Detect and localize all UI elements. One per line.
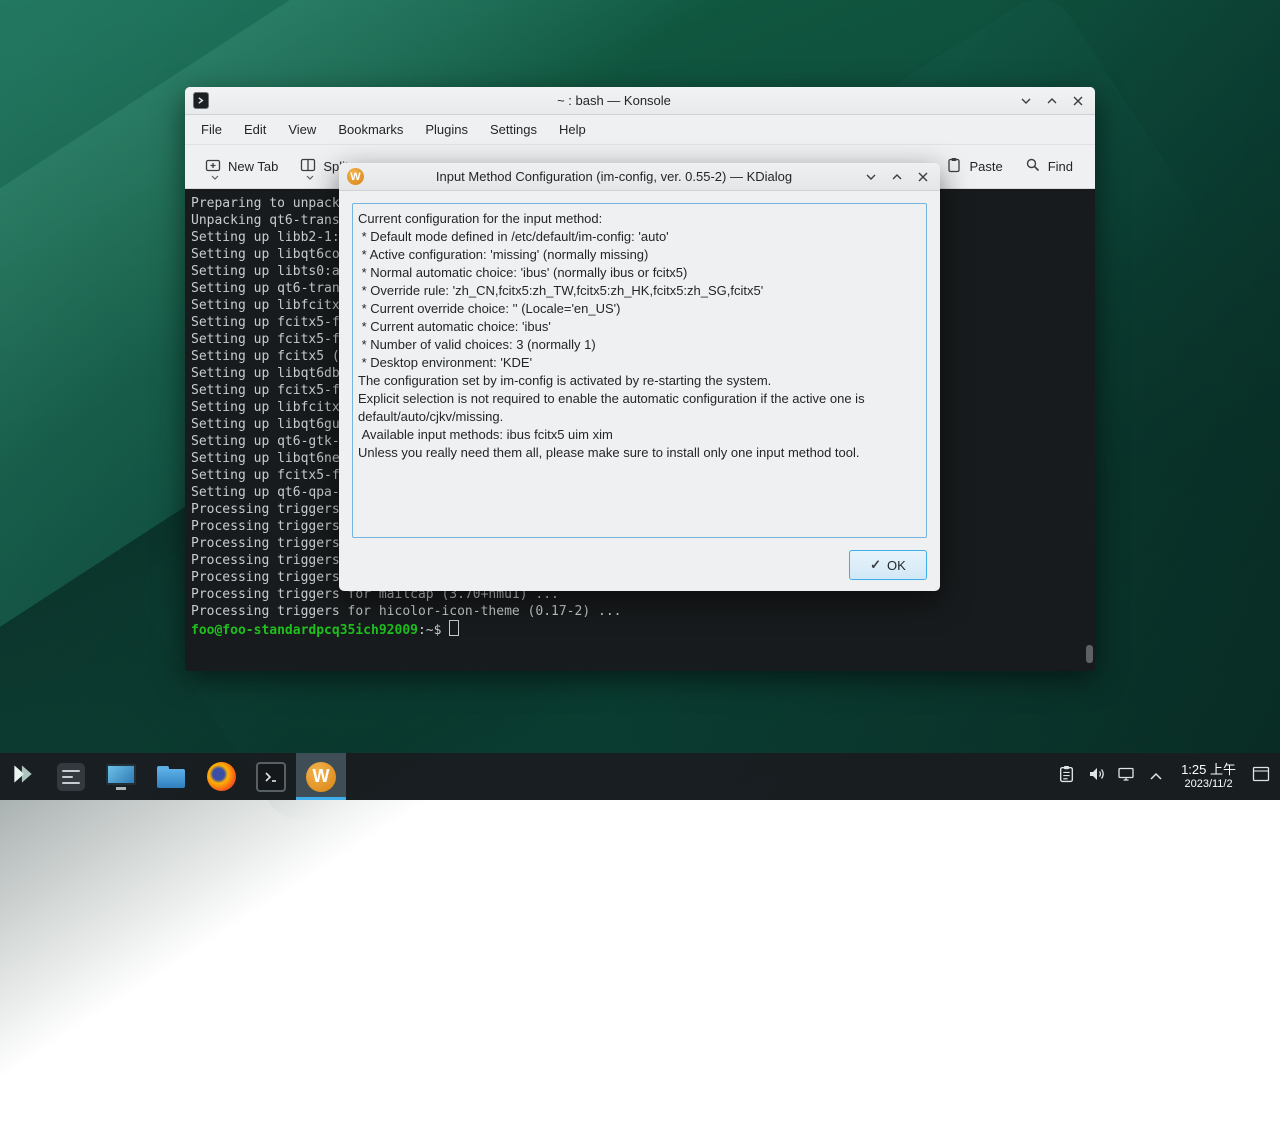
show-desktop-icon	[1252, 766, 1270, 787]
prompt-user-host: foo@foo-standardpcq35ich92009	[191, 623, 418, 638]
konsole-menubar: FileEditViewBookmarksPluginsSettingsHelp	[185, 115, 1095, 145]
speaker-icon	[1087, 765, 1105, 788]
paste-icon	[946, 157, 962, 176]
minimize-button[interactable]	[1019, 94, 1033, 108]
menu-item[interactable]: Bookmarks	[328, 118, 413, 141]
chevron-down-icon	[211, 168, 219, 183]
paste-label: Paste	[969, 159, 1002, 174]
dialog-text-line: Current configuration for the input meth…	[358, 210, 921, 228]
terminal-cursor	[449, 620, 459, 636]
taskbar: W	[0, 753, 1280, 800]
dialog-text-line: * Active configuration: 'missing' (norma…	[358, 246, 921, 264]
dialog-body: Current configuration for the input meth…	[339, 191, 940, 591]
find-button[interactable]: Find	[1017, 150, 1083, 183]
konsole-task-button[interactable]	[246, 753, 296, 800]
dialog-text-line: * Default mode defined in /etc/default/i…	[358, 228, 921, 246]
new-tab-label: New Tab	[228, 159, 278, 174]
clock-date: 2023/11/2	[1181, 778, 1236, 792]
display-icon	[1117, 765, 1135, 788]
konsole-icon	[256, 762, 286, 792]
chevron-down-icon	[306, 168, 314, 183]
dialog-text-line: * Normal automatic choice: 'ibus' (norma…	[358, 264, 921, 282]
terminal-prompt: foo@foo-standardpcq35ich92009:~$	[185, 620, 1095, 637]
taskbar-launchers: W	[0, 753, 346, 800]
konsole-app-icon	[193, 93, 209, 109]
close-button[interactable]	[1071, 94, 1085, 108]
dialog-text-line: Available input methods: ibus fcitx5 uim…	[358, 426, 921, 444]
dialog-text-line: * Current automatic choice: 'ibus'	[358, 318, 921, 336]
file-manager-button[interactable]	[146, 753, 196, 800]
firefox-button[interactable]	[196, 753, 246, 800]
find-label: Find	[1048, 159, 1073, 174]
menu-item[interactable]: File	[191, 118, 232, 141]
search-icon	[1025, 157, 1041, 176]
show-desktop-button[interactable]	[1246, 753, 1276, 800]
volume-tray-button[interactable]	[1081, 753, 1111, 800]
clock-time: 1:25 上午	[1181, 762, 1236, 778]
list-icon	[57, 763, 85, 791]
dialog-message-box[interactable]: Current configuration for the input meth…	[352, 203, 927, 538]
dialog-text-line: Unless you really need them all, please …	[358, 444, 921, 462]
kdialog-task-icon: W	[306, 762, 336, 792]
system-tray: 1:25 上午 2023/11/2	[1051, 753, 1280, 800]
scrollbar-thumb[interactable]	[1086, 645, 1093, 663]
kdialog-titlebar[interactable]: W Input Method Configuration (im-config,…	[339, 163, 940, 191]
kdialog-task-button[interactable]: W	[296, 753, 346, 800]
kdialog-window: W Input Method Configuration (im-config,…	[339, 163, 940, 591]
task-list-button[interactable]	[46, 753, 96, 800]
desktop: ~ : bash — Konsole FileEditViewBookmarks…	[0, 0, 1280, 800]
menu-item[interactable]: Help	[549, 118, 596, 141]
paste-button[interactable]: Paste	[938, 150, 1012, 183]
menu-item[interactable]: View	[278, 118, 326, 141]
ok-button[interactable]: ✓ OK	[849, 550, 927, 580]
konsole-titlebar[interactable]: ~ : bash — Konsole	[185, 87, 1095, 115]
system-monitor-button[interactable]	[96, 753, 146, 800]
dialog-text-line: Explicit selection is not required to en…	[358, 390, 921, 408]
ok-label: OK	[887, 558, 906, 573]
menu-item[interactable]: Plugins	[415, 118, 478, 141]
firefox-icon	[207, 762, 236, 791]
menu-item[interactable]: Edit	[234, 118, 276, 141]
dialog-text-line: * Desktop environment: 'KDE'	[358, 354, 921, 372]
window-controls	[1019, 94, 1087, 108]
window-controls	[864, 170, 932, 184]
maximize-button[interactable]	[890, 170, 904, 184]
display-tray-button[interactable]	[1111, 753, 1141, 800]
menu-item[interactable]: Settings	[480, 118, 547, 141]
kdialog-app-icon: W	[347, 168, 364, 185]
kde-launcher-icon	[10, 761, 36, 792]
chevron-up-icon	[1149, 768, 1163, 786]
expand-tray-button[interactable]	[1141, 753, 1171, 800]
maximize-button[interactable]	[1045, 94, 1059, 108]
dialog-text-line: * Override rule: 'zh_CN,fcitx5:zh_TW,fci…	[358, 282, 921, 300]
terminal-scrollbar[interactable]	[1085, 189, 1094, 671]
prompt-symbol: :~$	[418, 623, 449, 638]
close-button[interactable]	[916, 170, 930, 184]
dialog-text-line: The configuration set by im-config is ac…	[358, 372, 921, 390]
dialog-text-line: * Current override choice: '' (Locale='e…	[358, 300, 921, 318]
minimize-button[interactable]	[864, 170, 878, 184]
terminal-line: Processing triggers for hicolor-icon-the…	[191, 603, 1095, 620]
dialog-title: Input Method Configuration (im-config, v…	[370, 169, 858, 184]
dialog-button-row: ✓ OK	[352, 550, 927, 580]
check-icon: ✓	[870, 557, 881, 573]
clipboard-icon	[1058, 765, 1075, 788]
dialog-text-line: * Number of valid choices: 3 (normally 1…	[358, 336, 921, 354]
folder-icon	[157, 766, 185, 788]
monitor-icon	[107, 763, 135, 791]
digital-clock[interactable]: 1:25 上午 2023/11/2	[1171, 762, 1246, 792]
new-tab-button[interactable]: New Tab	[197, 150, 288, 183]
application-launcher-button[interactable]	[0, 753, 46, 800]
clipboard-tray-button[interactable]	[1051, 753, 1081, 800]
dialog-text-line: default/auto/cjkv/missing.	[358, 408, 921, 426]
window-title: ~ : bash — Konsole	[215, 93, 1013, 108]
